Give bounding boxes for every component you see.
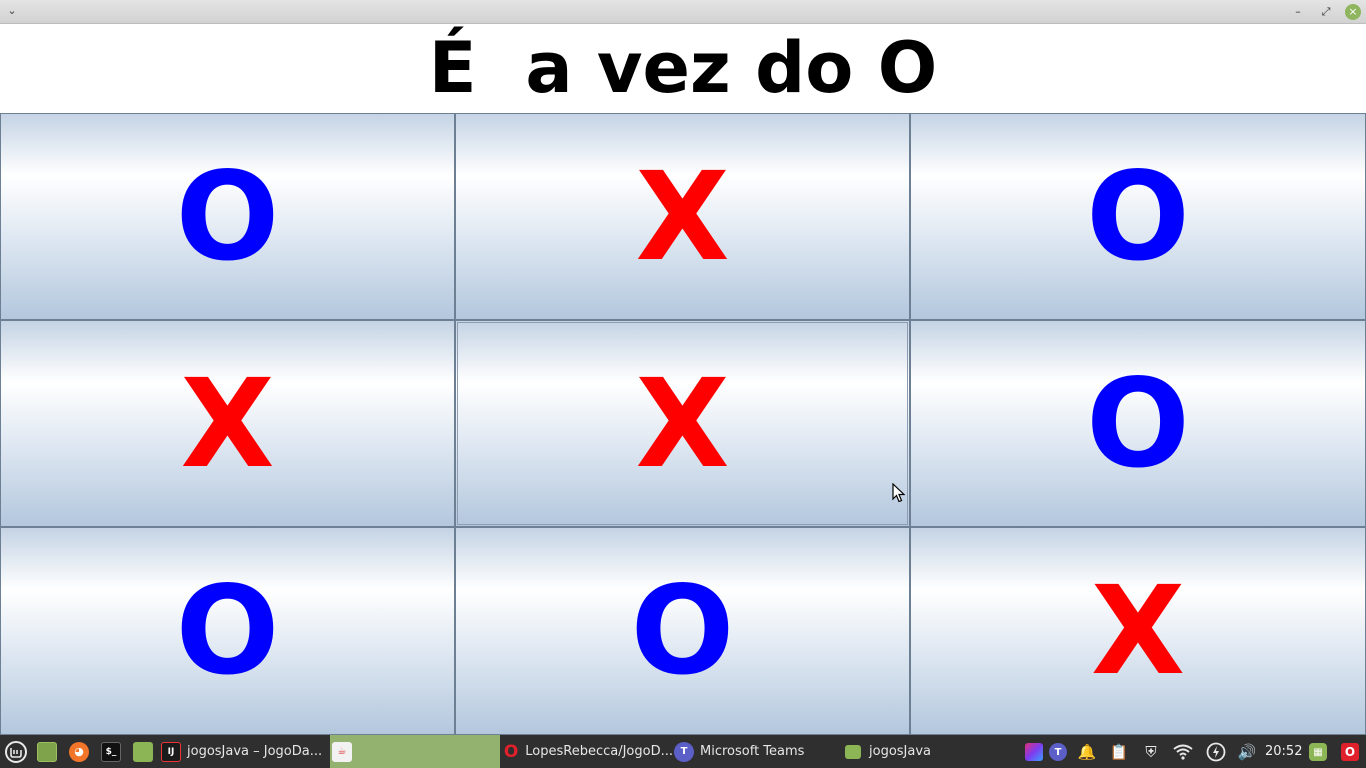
cell-mark: O [1086,352,1190,495]
java-app-icon: ☕ [332,741,352,762]
maximize-button[interactable]: ⤢ [1318,4,1334,20]
board-cell-1[interactable]: O [0,113,455,320]
cell-mark: X [635,145,730,288]
cell-mark: O [630,560,735,702]
board-cell-3[interactable]: O [910,113,1366,320]
opera-icon: O [1341,743,1359,761]
launcher-files[interactable] [133,735,153,768]
window-titlebar: ⌄ – ⤢ × [0,0,1366,24]
minimize-button[interactable]: – [1290,4,1306,20]
task-folder[interactable]: jogosJava [845,735,1015,768]
launcher-terminal[interactable]: $_ [101,735,121,768]
intellij-icon: IJ [161,741,181,762]
update-shield-icon[interactable]: ⛨ [1140,741,1162,763]
game-board: O X O X X O O O X [0,113,1366,735]
task-label: jogosJava – JogoDa... [187,744,323,759]
task-opera[interactable]: O LopesRebecca/JogoD... [503,735,673,768]
board-cell-4[interactable]: X [0,320,455,527]
cell-mark: O [175,145,280,288]
board-cell-6[interactable]: O [910,320,1366,527]
folder-icon [845,744,861,759]
task-java-app[interactable]: ☕ [330,735,500,768]
notifications-bell-icon[interactable]: 🔔 [1076,741,1098,763]
task-teams[interactable]: T Microsoft Teams [674,735,842,768]
board-cell-5[interactable]: X [455,320,910,527]
clipboard-icon[interactable]: 📋 [1108,741,1130,763]
board-cell-2[interactable]: X [455,113,910,320]
task-intellij[interactable]: IJ jogosJava – JogoDa... [161,735,329,768]
folder-icon [133,741,153,762]
window-menu-chevron-icon[interactable]: ⌄ [4,3,20,19]
teams-icon: T [1049,743,1067,761]
opera-icon: O [503,741,519,762]
taskbar: ◕ $_ IJ jogosJava – JogoDa... ☕ O LopesR… [0,735,1366,768]
mouse-pointer-icon [892,483,906,503]
cell-mark: X [635,352,730,495]
teams-icon: T [674,741,694,762]
cell-mark: X [1090,560,1186,702]
task-label: jogosJava [869,744,932,759]
launcher-firefox[interactable]: ◕ [69,735,89,768]
task-label: LopesRebecca/JogoD... [525,744,673,759]
volume-icon[interactable]: 🔊 [1236,741,1258,763]
wifi-icon[interactable] [1172,741,1194,763]
power-icon[interactable] [1205,741,1227,763]
task-label: Microsoft Teams [700,744,805,759]
desktop-icon [37,741,57,762]
start-menu-button[interactable] [4,735,28,768]
tray-app-icon[interactable] [1023,741,1045,763]
menu-grid-icon[interactable]: ▦ [1307,741,1329,763]
turn-heading: É a vez do O [428,27,938,109]
board-cell-7[interactable]: O [0,527,455,735]
show-desktop-button[interactable] [37,735,57,768]
tray-opera[interactable]: O [1339,741,1361,763]
firefox-icon: ◕ [69,741,89,762]
clock[interactable]: 20:52 [1265,735,1302,768]
colorful-app-icon [1025,743,1043,761]
terminal-icon: $_ [101,741,121,762]
cell-mark: O [175,560,280,702]
board-cell-9[interactable]: X [910,527,1366,735]
cell-mark: O [1086,145,1190,288]
tray-teams[interactable]: T [1047,741,1069,763]
cell-mark: X [180,352,275,495]
board-cell-8[interactable]: O [455,527,910,735]
grid-icon: ▦ [1309,743,1327,761]
mint-menu-icon [5,740,27,763]
close-button[interactable]: × [1345,4,1361,20]
